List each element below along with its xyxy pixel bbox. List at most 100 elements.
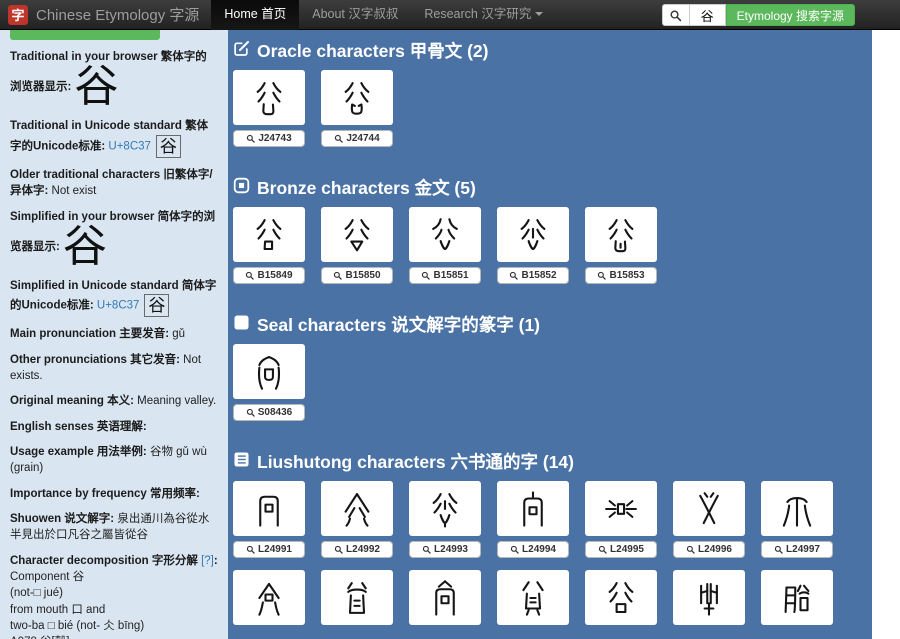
info-row: Importance by frequency 常用频率:	[10, 486, 218, 502]
app-logo[interactable]: 字	[8, 5, 28, 25]
zoom-button[interactable]: B15850	[321, 267, 393, 284]
glyph-image	[233, 570, 305, 625]
etymology-search-button[interactable]: Etymology 搜索字源	[726, 4, 855, 26]
glyph-cards-row	[233, 570, 872, 625]
zoom-button[interactable]: L24996	[673, 541, 745, 558]
section-title: Bronze characters 金文 (5)	[257, 177, 476, 199]
glyph-card	[233, 570, 305, 625]
info-label: Original meaning 本义:	[10, 395, 134, 407]
section-header: Seal characters 说文解字的篆字 (1)	[233, 314, 872, 336]
magnifier-icon	[597, 271, 606, 280]
glyph-card: S08436	[233, 344, 305, 421]
glyph-image	[233, 70, 305, 125]
zoom-button[interactable]: L24997	[761, 541, 833, 558]
glyph-image	[761, 481, 833, 536]
nav-item-about[interactable]: About 汉字叔叔	[299, 0, 411, 30]
card-id-label: L24997	[786, 544, 820, 555]
glyph-image	[585, 207, 657, 262]
glyph-image	[321, 481, 393, 536]
zoom-button[interactable]: L24993	[409, 541, 481, 558]
search-button[interactable]	[662, 4, 690, 26]
character-form-section: Seal characters 说文解字的篆字 (1) S08436	[233, 314, 872, 421]
card-id-label: L24993	[434, 544, 468, 555]
ancient-glyph-drawing	[424, 577, 466, 619]
magnifier-icon	[245, 271, 254, 280]
nav-item-research[interactable]: Research 汉字研究	[411, 0, 556, 30]
ancient-glyph-drawing	[688, 488, 730, 530]
ancient-glyph-drawing	[248, 577, 290, 619]
zoom-button[interactable]: L24995	[585, 541, 657, 558]
ancient-glyph-drawing	[336, 577, 378, 619]
section-header: Oracle characters 甲骨文 (2)	[233, 40, 872, 62]
glyph-image	[673, 570, 745, 625]
glyph-image	[585, 570, 657, 625]
glyph-image	[673, 481, 745, 536]
ancient-glyph-drawing	[248, 488, 290, 530]
info-label: Other pronunciations 其它发音:	[10, 354, 180, 366]
ancient-glyph-drawing	[512, 577, 554, 619]
zoom-button[interactable]: B15853	[585, 267, 657, 284]
character-forms-panel: Oracle characters 甲骨文 (2) J24743 J24744 Bro…	[228, 30, 872, 639]
zoom-button[interactable]: J24744	[321, 130, 393, 147]
glyph-card	[761, 570, 833, 625]
ancient-glyph-drawing	[336, 488, 378, 530]
unicode-link[interactable]: U+8C37	[97, 300, 140, 312]
glyph-image	[409, 207, 481, 262]
ancient-glyph-drawing	[688, 577, 730, 619]
glyph-image	[233, 207, 305, 262]
ancient-glyph-drawing	[248, 214, 290, 256]
zoom-button[interactable]: J24743	[233, 130, 305, 147]
zoom-button[interactable]: B15851	[409, 267, 481, 284]
magnifier-icon	[510, 545, 519, 554]
info-row: Original meaning 本义: Meaning valley.	[10, 393, 218, 409]
brand-title[interactable]: Chinese Etymology 字源	[36, 4, 199, 25]
info-row: Main pronunciation 主要发音: gǔ	[10, 326, 218, 342]
decomposition-line: from mouth 口 and	[10, 602, 218, 618]
zoom-button[interactable]: B15852	[497, 267, 569, 284]
unicode-link[interactable]: U+8C37	[108, 140, 151, 152]
ancient-glyph-drawing	[248, 351, 290, 393]
right-margin	[872, 30, 900, 639]
glyph-image	[497, 481, 569, 536]
glyph-cards-row: L24991 L24992 L24993 L24994 L24995 L24996 L249…	[233, 481, 872, 558]
nav-item-home[interactable]: Home 首页	[211, 0, 299, 30]
card-id-label: L24991	[258, 544, 292, 555]
section-title: Seal characters 说文解字的篆字 (1)	[257, 314, 540, 336]
glyph-image	[321, 207, 393, 262]
info-label: Shuowen 说文解字:	[10, 513, 114, 525]
green-progress-bar	[10, 30, 160, 40]
zoom-button[interactable]: L24992	[321, 541, 393, 558]
info-label: Older traditional characters 旧繁体字/异体字:	[10, 169, 213, 197]
glyph-card: B15850	[321, 207, 393, 284]
search-input[interactable]	[690, 4, 726, 26]
zoom-button[interactable]: L24991	[233, 541, 305, 558]
rounded-square-icon	[233, 177, 250, 199]
info-row: Usage example 用法举例: 谷物 gǔ wù (grain)	[10, 444, 218, 477]
magnifier-icon	[246, 134, 255, 143]
character-form-section: Liushutong characters 六书通的字 (14)L24991L2…	[233, 451, 872, 625]
zoom-button[interactable]: L24994	[497, 541, 569, 558]
top-navbar: 字 Chinese Etymology 字源 Home 首页About 汉字叔叔…	[0, 0, 900, 30]
zoom-button[interactable]: B15849	[233, 267, 305, 284]
magnifier-icon	[686, 545, 695, 554]
glyph-image	[497, 207, 569, 262]
glyph-card	[585, 570, 657, 625]
glyph-card	[321, 570, 393, 625]
magnifier-icon	[333, 271, 342, 280]
glyph-card: L24994	[497, 481, 569, 558]
magnifier-icon	[774, 545, 783, 554]
ancient-glyph-drawing	[600, 488, 642, 530]
section-header: Liushutong characters 六书通的字 (14)	[233, 451, 872, 473]
character-form-section: Oracle characters 甲骨文 (2) J24743 J24744	[233, 40, 872, 147]
help-link[interactable]: [?]	[201, 555, 214, 567]
card-id-label: J24743	[258, 133, 291, 144]
zoom-button[interactable]: S08436	[233, 404, 305, 421]
info-label: Importance by frequency 常用频率:	[10, 488, 200, 500]
decomposition-line: A078 谷[穀]	[10, 634, 218, 639]
glyph-card	[673, 570, 745, 625]
ancient-glyph-drawing	[248, 77, 290, 119]
card-id-label: S08436	[258, 407, 292, 418]
main-navigation: Home 首页About 汉字叔叔Research 汉字研究	[211, 0, 556, 30]
card-id-label: B15853	[609, 270, 644, 281]
glyph-card: J24743	[233, 70, 305, 147]
